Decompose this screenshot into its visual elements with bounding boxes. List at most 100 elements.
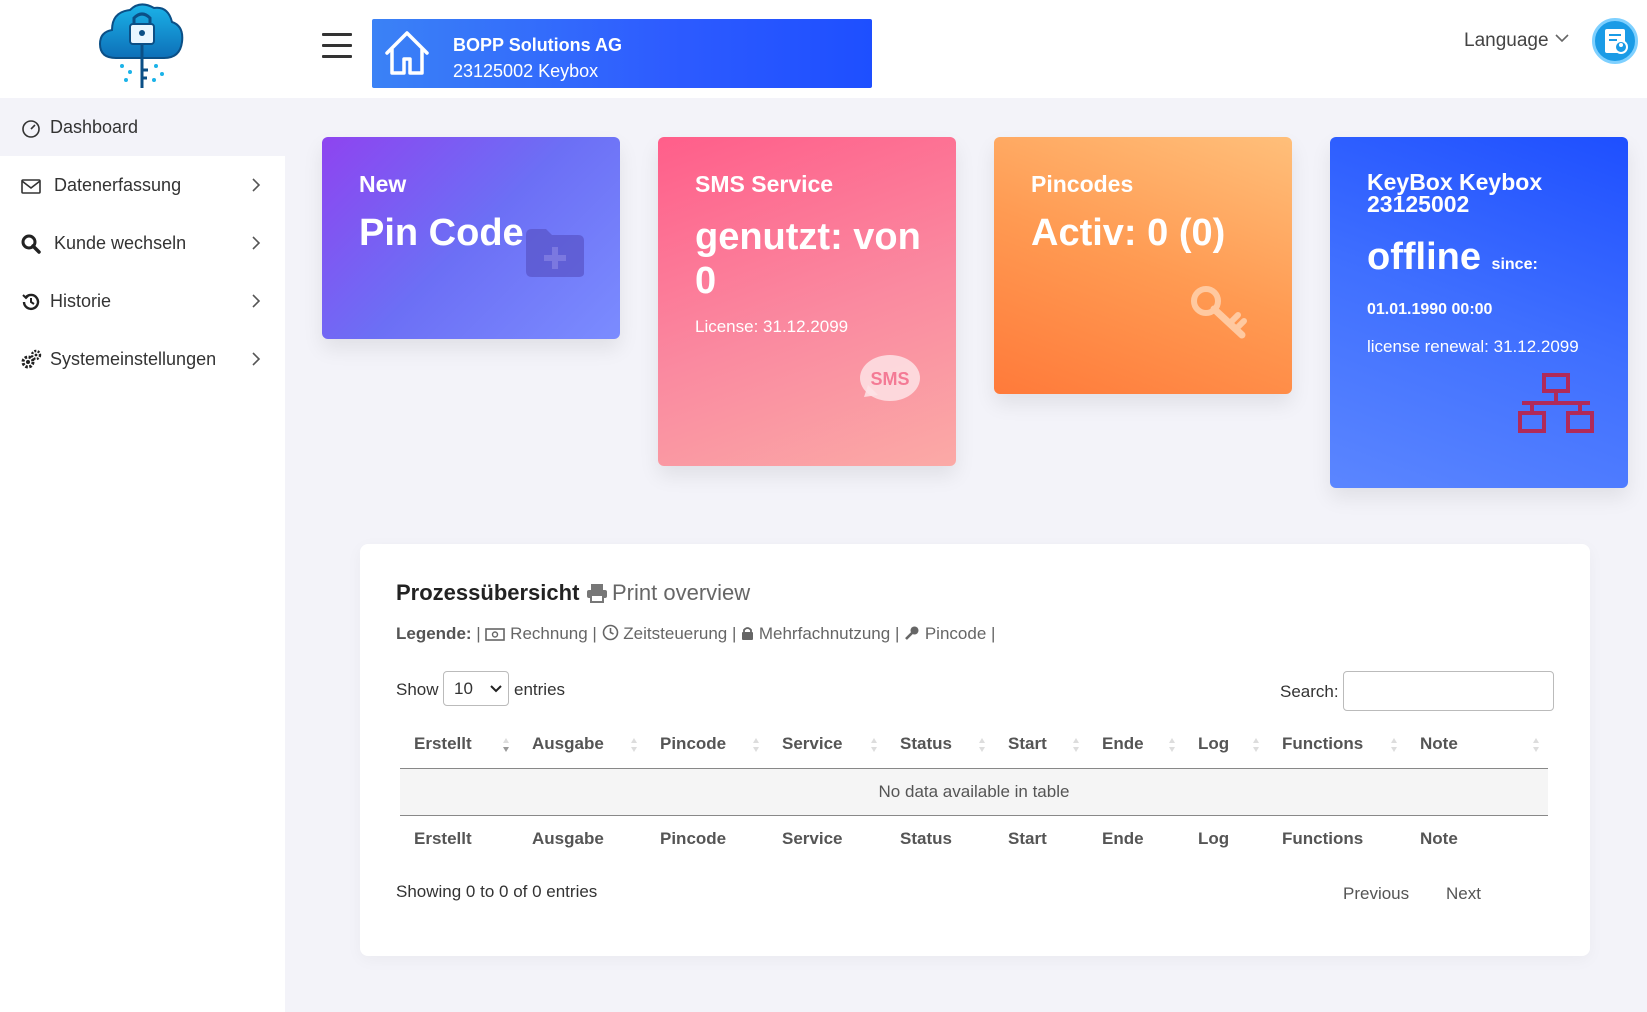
print-overview-label: Print overview	[612, 580, 751, 605]
keybox-status: offline since:	[1367, 235, 1538, 287]
language-selector[interactable]: Language	[1464, 30, 1549, 52]
column-header-pincode[interactable]: Pincode	[646, 720, 768, 769]
company-name: BOPP Solutions AG	[453, 35, 623, 55]
process-table: Erstellt Ausgabe Pincode Service Status Start…	[400, 720, 1548, 863]
sms-icon-text: SMS	[870, 369, 909, 389]
search-icon	[21, 234, 41, 254]
column-header-functions[interactable]: Functions	[1268, 720, 1406, 769]
entries-value: 10	[454, 679, 473, 698]
sidebar-item-label: Kunde wechseln	[54, 233, 187, 253]
since-value: 01.01.1990 00:00	[1367, 301, 1493, 318]
search-label: Search:	[1280, 682, 1339, 701]
column-header-label: Ende	[1102, 733, 1144, 753]
user-avatar[interactable]	[1592, 18, 1638, 64]
search-input[interactable]	[1343, 671, 1554, 711]
column-header-note[interactable]: Note	[1406, 720, 1548, 769]
column-header-label: Start	[1008, 733, 1047, 753]
sidebar-item-datenerfassung[interactable]: Datenerfassung	[0, 156, 285, 214]
chevron-down-icon[interactable]	[1554, 30, 1570, 46]
hamburger-icon	[322, 33, 352, 36]
sms-icon: SMS	[860, 355, 920, 401]
sms-service-card[interactable]: SMS Service genutzt: von 0 License: 31.1…	[658, 137, 956, 466]
table-header-row: Erstellt Ausgabe Pincode Service Status Start…	[400, 720, 1548, 769]
key-icon	[1191, 286, 1247, 339]
legend-item-zeitsteuerung: Zeitsteuerung	[602, 624, 727, 644]
column-header-status[interactable]: Status	[886, 720, 994, 769]
empty-row: No data available in table	[400, 768, 1548, 815]
column-header-start[interactable]: Start	[994, 720, 1088, 769]
folder-plus-icon	[526, 229, 584, 277]
sidebar-item-label: Historie	[50, 291, 112, 311]
sort-icon	[871, 738, 877, 752]
status-value: offline	[1367, 236, 1481, 278]
column-header-service[interactable]: Service	[768, 720, 886, 769]
legend-item-mehrfachnutzung: Mehrfachnutzung	[741, 624, 890, 644]
chevron-right-icon	[252, 294, 261, 308]
menu-toggle-button[interactable]	[322, 33, 352, 59]
column-header-ausgabe[interactable]: Ausgabe	[518, 720, 646, 769]
table-info: Showing 0 to 0 of 0 entries	[396, 882, 598, 901]
keybox-id: 23125002	[1367, 191, 1470, 217]
keybox-status-card[interactable]: KeyBox Keybox 23125002 offline since: 01…	[1330, 137, 1628, 488]
keybox-label: 23125002 Keybox	[453, 61, 599, 81]
card-title: New	[359, 171, 407, 197]
column-header-label: Erstellt	[414, 733, 472, 753]
show-label: Show	[396, 680, 439, 699]
column-footer-start: Start	[994, 814, 1088, 863]
chevron-right-icon	[252, 178, 261, 192]
company-selector[interactable]: BOPP Solutions AG 23125002 Keybox	[372, 19, 872, 88]
next-button[interactable]: Next	[1446, 884, 1481, 904]
column-header-label: Pincode	[660, 733, 727, 753]
column-header-log[interactable]: Log	[1184, 720, 1268, 769]
keybox-logo[interactable]	[96, 0, 186, 92]
panel-title: Prozessübersicht	[396, 580, 580, 605]
history-icon	[22, 293, 40, 311]
money-bill-icon	[485, 628, 506, 641]
sort-icon	[1073, 738, 1079, 752]
previous-button[interactable]: Previous	[1343, 884, 1409, 904]
lock-icon	[742, 627, 754, 640]
empty-message: No data available in table	[400, 768, 1548, 815]
column-footer-ausgabe: Ausgabe	[518, 814, 646, 863]
top-bar: BOPP Solutions AG 23125002 Keybox Langua…	[0, 0, 1647, 98]
sort-icon	[753, 738, 759, 752]
column-header-label: Service	[782, 733, 843, 753]
sort-icon	[1169, 738, 1175, 752]
chevron-right-icon	[252, 352, 261, 366]
table-footer-row: Erstellt Ausgabe Pincode Service Status Start…	[400, 814, 1548, 863]
sort-icon	[1391, 738, 1397, 752]
home-icon	[385, 31, 429, 75]
entries-per-page-select[interactable]: 10	[443, 671, 509, 706]
speedometer-icon	[22, 120, 40, 138]
card-value: Pin Code	[359, 212, 524, 254]
card-title: SMS Service	[695, 171, 834, 197]
legend-item-pincode: Pincode	[904, 624, 986, 644]
pincodes-card[interactable]: Pincodes Activ: 0 (0)	[994, 137, 1292, 394]
column-header-ende[interactable]: Ende	[1088, 720, 1184, 769]
sort-icon	[1533, 738, 1539, 752]
process-overview-panel: Prozessübersicht Print overview Legende:…	[360, 544, 1590, 956]
column-footer-service: Service	[768, 814, 886, 863]
legend-label: Legende:	[396, 624, 472, 643]
column-header-label: Note	[1420, 733, 1458, 753]
column-footer-note: Note	[1406, 814, 1548, 863]
license-text: License: 31.12.2099	[695, 317, 849, 336]
card-value: Activ: 0 (0)	[1031, 212, 1226, 254]
new-pin-code-card[interactable]: New Pin Code	[322, 137, 620, 339]
network-icon	[1518, 373, 1594, 433]
column-header-label: Status	[900, 733, 952, 753]
clock-icon	[602, 624, 618, 641]
sidebar-item-dashboard[interactable]: Dashboard	[0, 98, 285, 156]
column-footer-erstellt: Erstellt	[400, 814, 518, 863]
sidebar-item-kunde-wechseln[interactable]: Kunde wechseln	[0, 214, 285, 272]
sidebar-item-historie[interactable]: Historie	[0, 272, 285, 330]
gears-icon	[21, 349, 42, 369]
keybox-name: KeyBox Keybox	[1367, 169, 1543, 195]
print-icon	[587, 584, 607, 603]
column-header-erstellt[interactable]: Erstellt	[400, 720, 518, 769]
sidebar-item-systemeinstellungen[interactable]: Systemeinstellungen	[0, 330, 285, 388]
key-icon	[905, 626, 919, 640]
sidebar-item-label: Systemeinstellungen	[50, 349, 217, 369]
print-overview-link[interactable]: Print overview	[586, 580, 750, 606]
column-footer-pincode: Pincode	[646, 814, 768, 863]
